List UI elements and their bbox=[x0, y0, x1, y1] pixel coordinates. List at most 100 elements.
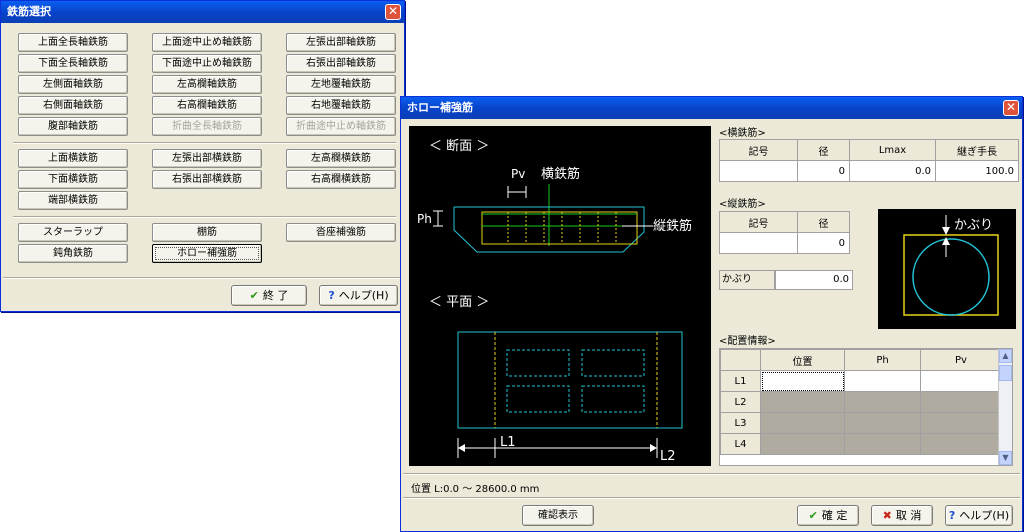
l3-ph-cell bbox=[844, 412, 921, 434]
web-axial-button[interactable]: 腹部軸鉄筋 bbox=[18, 117, 128, 136]
rebar-circle bbox=[912, 238, 990, 316]
left-overhang-transverse-button[interactable]: 左張出部横鉄筋 bbox=[152, 149, 262, 168]
end-button[interactable]: ✔ 終 了 bbox=[231, 285, 307, 306]
bent-full-axial-button: 折曲全長軸鉄筋 bbox=[152, 117, 262, 136]
obtuse-angle-rebar-button[interactable]: 鈍角鉄筋 bbox=[18, 244, 128, 263]
transverse-lmax-cell[interactable]: 0.0 bbox=[849, 160, 936, 182]
row-header: L4 bbox=[720, 433, 761, 455]
header-symbol: 記号 bbox=[719, 139, 798, 161]
rebar-select-titlebar: 鉄筋選択 ✕ bbox=[1, 1, 404, 23]
l1-label: L1 bbox=[500, 435, 516, 450]
cross-icon: ✖ bbox=[882, 509, 892, 522]
header-diameter: 径 bbox=[797, 139, 850, 161]
hollow-window-titlebar: ホロー補強筋 ✕ bbox=[401, 97, 1022, 119]
longitudinal-section-label: <縦鉄筋> bbox=[719, 199, 766, 210]
shelf-rebar-button[interactable]: 棚筋 bbox=[152, 223, 262, 242]
ok-button[interactable]: ✔ 確 定 bbox=[797, 505, 859, 526]
transverse-table: 記号 径 Lmax 継ぎ手長 0 0.0 100.0 bbox=[719, 139, 1019, 182]
separator bbox=[403, 473, 1020, 475]
hollow-cells bbox=[507, 212, 617, 244]
rebar-select-title: 鉄筋選択 bbox=[7, 5, 51, 18]
close-icon[interactable]: ✕ bbox=[385, 4, 401, 20]
help-button-label: ヘルプ(H) bbox=[338, 289, 389, 302]
arrow-icon bbox=[458, 444, 465, 452]
left-overhang-axial-button[interactable]: 左張出部軸鉄筋 bbox=[286, 33, 396, 52]
scroll-thumb[interactable] bbox=[999, 365, 1012, 381]
l1-pv-cell[interactable] bbox=[920, 370, 1002, 392]
end-transverse-button[interactable]: 端部横鉄筋 bbox=[18, 191, 128, 210]
transverse-joint-cell[interactable]: 100.0 bbox=[935, 160, 1019, 182]
longitudinal-symbol-cell[interactable] bbox=[719, 232, 798, 254]
l2-ph-cell bbox=[844, 391, 921, 413]
end-button-label: 終 了 bbox=[262, 289, 289, 302]
hollow-reinforcement-button[interactable]: ホロー補強筋 bbox=[152, 244, 262, 263]
right-side-axial-button[interactable]: 右側面軸鉄筋 bbox=[18, 96, 128, 115]
cancel-button[interactable]: ✖ 取 消 bbox=[871, 505, 933, 526]
help-button[interactable]: ? ヘルプ(H) bbox=[319, 285, 398, 306]
right-overhang-axial-button[interactable]: 右張出部軸鉄筋 bbox=[286, 54, 396, 73]
left-railing-axial-button[interactable]: 左高欄軸鉄筋 bbox=[152, 75, 262, 94]
pv-label: Pv bbox=[511, 167, 525, 181]
ph-label: Ph bbox=[417, 212, 432, 226]
rebar-frame bbox=[481, 211, 638, 245]
scroll-down-icon[interactable]: ▼ bbox=[999, 451, 1012, 465]
right-railing-axial-button[interactable]: 右高欄軸鉄筋 bbox=[152, 96, 262, 115]
arrow-up-icon bbox=[942, 237, 950, 245]
bottom-transverse-button[interactable]: 下面横鉄筋 bbox=[18, 170, 128, 189]
close-icon[interactable]: ✕ bbox=[1003, 100, 1019, 116]
l4-pv-cell bbox=[920, 433, 1002, 455]
longitudinal-diameter-cell[interactable]: 0 bbox=[797, 232, 850, 254]
separator bbox=[13, 142, 396, 144]
ok-button-label: 確 定 bbox=[821, 509, 848, 522]
left-curb-axial-button[interactable]: 左地覆軸鉄筋 bbox=[286, 75, 396, 94]
placement-table: 位置 Ph Pv L1 L2 L3 L4 bbox=[720, 349, 1002, 455]
shoe-reinforcement-button[interactable]: 沓座補強筋 bbox=[286, 223, 396, 242]
hollow-reinforcement-window: ホロー補強筋 ✕ ＜ 断面 ＞ Pv 横鉄筋 Ph 縦鉄筋 ＜ 平面 ＞ L1 … bbox=[400, 96, 1023, 532]
right-railing-transverse-button[interactable]: 右高欄横鉄筋 bbox=[286, 170, 396, 189]
separator bbox=[3, 277, 403, 279]
vertical-scrollbar[interactable]: ▲ ▼ bbox=[998, 349, 1012, 465]
section-plan-diagram: ＜ 断面 ＞ Pv 横鉄筋 Ph 縦鉄筋 ＜ 平面 ＞ L1 L2 bbox=[409, 126, 711, 466]
help-button-label: ヘルプ(H) bbox=[959, 509, 1010, 522]
transverse-section-label: <横鉄筋> bbox=[719, 128, 766, 139]
help-icon: ? bbox=[328, 289, 335, 302]
bottom-partial-axial-button[interactable]: 下面途中止め軸鉄筋 bbox=[152, 54, 262, 73]
scroll-up-icon[interactable]: ▲ bbox=[999, 349, 1012, 363]
bottom-full-axial-button[interactable]: 下面全長軸鉄筋 bbox=[18, 54, 128, 73]
left-side-axial-button[interactable]: 左側面軸鉄筋 bbox=[18, 75, 128, 94]
transverse-diameter-cell[interactable]: 0 bbox=[797, 160, 850, 182]
cover-input[interactable]: 0.0 bbox=[775, 270, 853, 290]
longitudinal-label: 縦鉄筋 bbox=[653, 218, 692, 234]
l4-ph-cell bbox=[844, 433, 921, 455]
row-header: L2 bbox=[720, 391, 761, 413]
help-icon: ? bbox=[948, 509, 956, 522]
l4-position-cell bbox=[760, 433, 845, 455]
help-button[interactable]: ? ヘルプ(H) bbox=[945, 505, 1013, 526]
rebar-select-window: 鉄筋選択 ✕ 上面全長軸鉄筋 上面途中止め軸鉄筋 左張出部軸鉄筋 下面全長軸鉄筋… bbox=[0, 0, 405, 312]
header-pv: Pv bbox=[920, 349, 1002, 371]
position-range-status: 位置 L:0.0 ～ 28600.0 mm bbox=[411, 484, 540, 495]
l1-position-cell[interactable] bbox=[760, 370, 845, 392]
placement-grid: 位置 Ph Pv L1 L2 L3 L4 ▲ ▼ bbox=[719, 348, 1013, 466]
cover-label: かぶり bbox=[722, 274, 752, 285]
transverse-symbol-cell[interactable] bbox=[719, 160, 798, 182]
l1-ph-cell[interactable] bbox=[844, 370, 921, 392]
right-curb-axial-button[interactable]: 右地覆軸鉄筋 bbox=[286, 96, 396, 115]
l2-pv-cell bbox=[920, 391, 1002, 413]
header-joint-length: 継ぎ手長 bbox=[935, 139, 1019, 161]
top-full-axial-button[interactable]: 上面全長軸鉄筋 bbox=[18, 33, 128, 52]
top-transverse-button[interactable]: 上面横鉄筋 bbox=[18, 149, 128, 168]
arrow-down-icon bbox=[942, 227, 950, 235]
left-railing-transverse-button[interactable]: 左高欄横鉄筋 bbox=[286, 149, 396, 168]
checkmark-icon: ✔ bbox=[808, 509, 818, 522]
section-label: ＜ 断面 ＞ bbox=[429, 139, 489, 154]
plan-outline bbox=[457, 331, 683, 429]
top-partial-axial-button[interactable]: 上面途中止め軸鉄筋 bbox=[152, 33, 262, 52]
right-overhang-transverse-button[interactable]: 右張出部横鉄筋 bbox=[152, 170, 262, 189]
header-position: 位置 bbox=[760, 349, 845, 371]
confirm-display-button[interactable]: 確認表示 bbox=[522, 505, 594, 526]
diagram-svg: ＜ 断面 ＞ Pv 横鉄筋 Ph 縦鉄筋 ＜ 平面 ＞ L1 L2 bbox=[417, 139, 692, 464]
plan-label: ＜ 平面 ＞ bbox=[429, 295, 489, 310]
stirrup-button[interactable]: スターラップ bbox=[18, 223, 128, 242]
cover-diagram-svg: かぶり bbox=[903, 215, 999, 316]
